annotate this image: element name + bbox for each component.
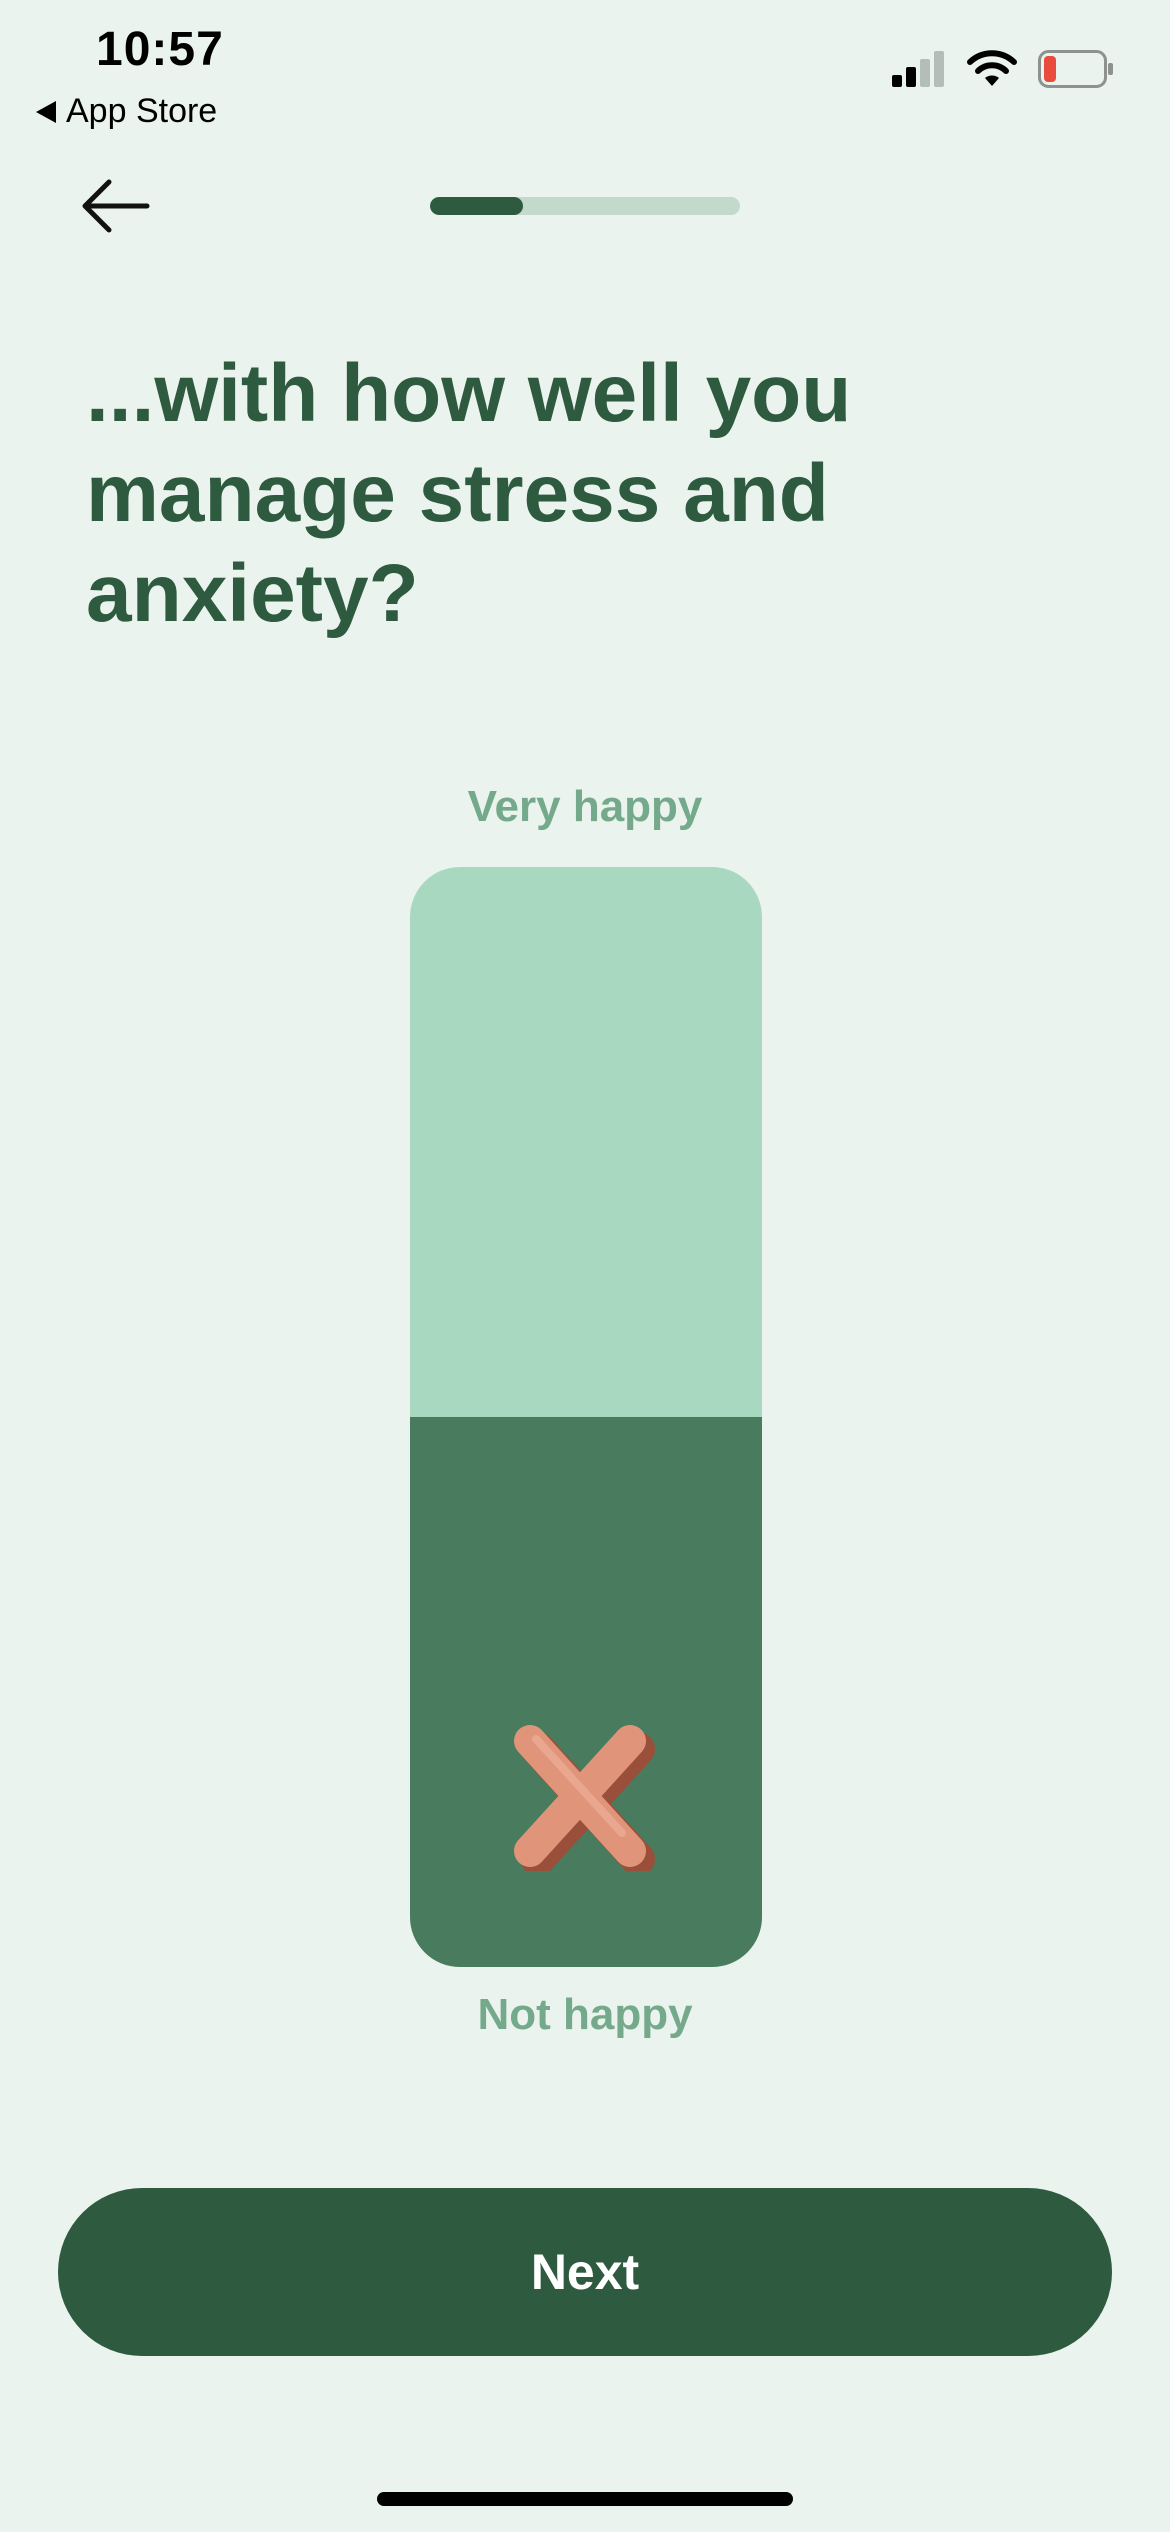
progress-bar [430,197,740,215]
status-back-to-app[interactable]: App Store [36,92,217,131]
arrow-left-icon [82,179,150,233]
status-back-label: App Store [66,92,218,130]
status-time: 10:57 [96,23,224,76]
mood-scale-fill [410,1417,762,1967]
question-title: ...with how well you manage stress and a… [86,348,852,639]
back-button[interactable] [74,170,156,242]
wifi-icon [967,50,1017,86]
battery-icon [1038,50,1113,88]
home-indicator [377,2492,793,2506]
x-mark-icon [514,1725,655,1871]
cellular-signal-icon [892,51,944,87]
back-triangle-icon [36,100,56,123]
screen: 10:57 App Store ...with how well you man… [0,0,1170,2532]
scale-bottom-label: Not happy [477,1990,693,2039]
scale-top-label: Very happy [467,782,703,831]
mood-scale-slider[interactable] [410,867,762,1967]
next-button[interactable]: Next [58,2188,1112,2356]
status-icons [892,50,1114,88]
progress-bar-fill [430,197,523,215]
